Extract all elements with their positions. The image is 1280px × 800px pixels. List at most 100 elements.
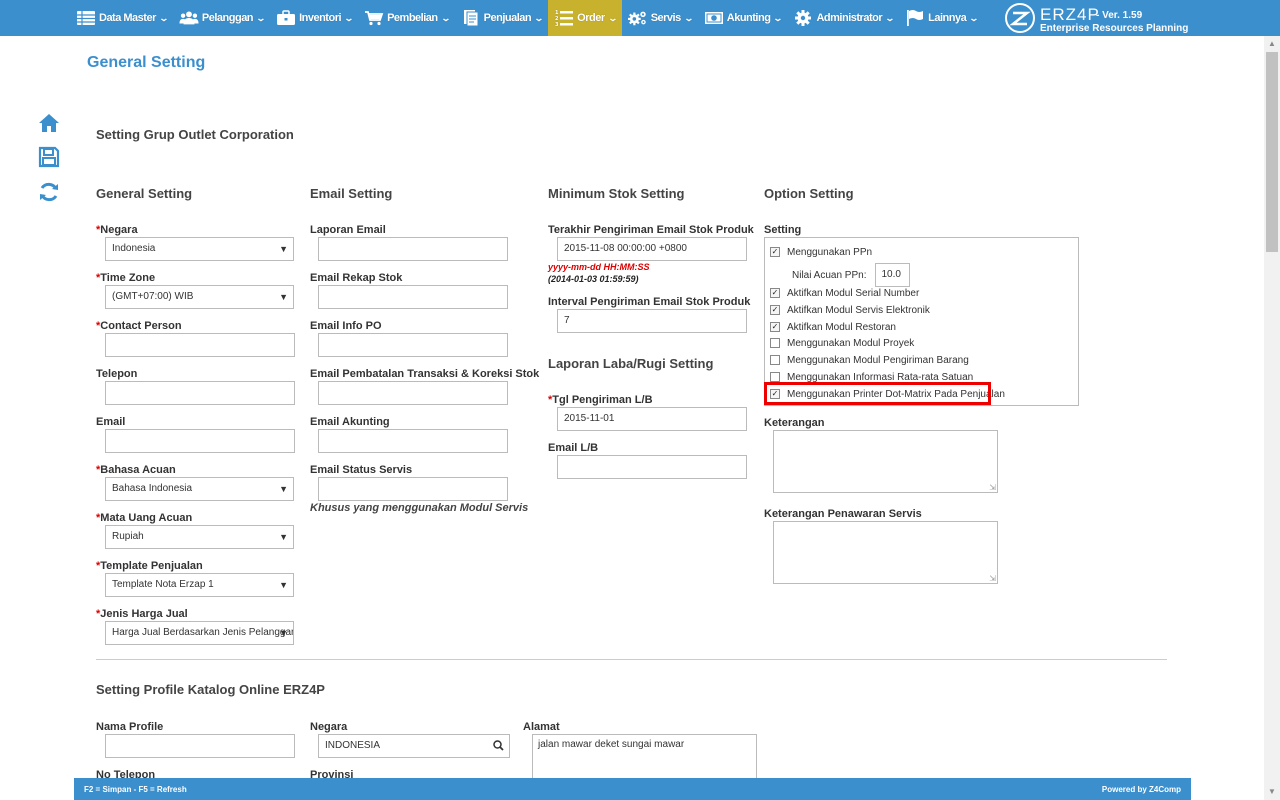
nav-label: Pembelian bbox=[387, 12, 438, 24]
gears-icon bbox=[627, 9, 648, 27]
setting-label: Setting bbox=[764, 224, 802, 236]
nav-label: Pelanggan bbox=[201, 12, 254, 24]
nav-administrator[interactable]: Administrator ⌄ bbox=[787, 0, 899, 36]
timezone-label: *Time Zone bbox=[96, 272, 156, 284]
dropdown-arrow-icon: ▼ bbox=[279, 292, 288, 302]
email-setting-title: Email Setting bbox=[310, 186, 393, 201]
tgl-pengiriman-input[interactable]: 2015-11-01 bbox=[557, 407, 747, 431]
scroll-up-icon[interactable]: ▲ bbox=[1264, 36, 1280, 52]
nav-akunting[interactable]: Akunting ⌄ bbox=[698, 0, 788, 36]
status-servis-input[interactable] bbox=[318, 477, 508, 501]
checkbox[interactable]: ✓ bbox=[770, 247, 780, 257]
checkbox[interactable]: ✓ bbox=[770, 305, 780, 315]
nav-label: Penjualan bbox=[483, 12, 532, 24]
negara-profile-input[interactable]: INDONESIA bbox=[318, 734, 510, 758]
option-pengiriman-barang[interactable]: Menggunakan Modul Pengiriman Barang bbox=[770, 353, 969, 367]
svg-text:3: 3 bbox=[555, 22, 559, 27]
nav-label: Order bbox=[577, 12, 605, 24]
email-input[interactable] bbox=[105, 429, 295, 453]
main-menu: Data Master ⌄ Pelanggan ⌄ Inventori ⌄ Pe… bbox=[70, 0, 983, 36]
option-serial-number[interactable]: ✓ Aktifkan Modul Serial Number bbox=[770, 286, 919, 300]
jenis-harga-label: *Jenis Harga Jual bbox=[96, 608, 188, 620]
users-icon bbox=[179, 9, 199, 27]
brand-name: ERZ4P bbox=[1040, 5, 1100, 24]
akunting-email-label: Email Akunting bbox=[310, 416, 390, 428]
option-modul-proyek[interactable]: Menggunakan Modul Proyek bbox=[770, 336, 914, 350]
negara-select[interactable]: Indonesia ▼ bbox=[105, 237, 294, 261]
money-icon bbox=[704, 9, 724, 27]
timezone-select[interactable]: (GMT+07:00) WIB ▼ bbox=[105, 285, 294, 309]
ppn-value-input[interactable]: 10.0 bbox=[874, 263, 910, 287]
mata-uang-select[interactable]: Rupiah ▼ bbox=[105, 525, 294, 549]
bahasa-label: *Bahasa Acuan bbox=[96, 464, 176, 476]
negara-label: *Negara bbox=[96, 224, 138, 236]
chevron-down-icon: ⌄ bbox=[968, 12, 980, 23]
rekap-stok-label: Email Rekap Stok bbox=[310, 272, 403, 284]
option-menggunakan-ppn[interactable]: ✓ Menggunakan PPn bbox=[770, 245, 872, 259]
home-icon[interactable] bbox=[36, 110, 62, 136]
nav-order[interactable]: 123 Order ⌄ bbox=[548, 0, 622, 36]
scroll-thumb[interactable] bbox=[1266, 52, 1278, 252]
interval-input[interactable]: 7 bbox=[557, 309, 747, 333]
min-stok-title: Minimum Stok Setting bbox=[548, 186, 685, 201]
date-format-example: (2014-01-03 01:59:59) bbox=[548, 274, 639, 284]
pembatalan-input[interactable] bbox=[318, 381, 508, 405]
chevron-down-icon: ⌄ bbox=[440, 12, 451, 23]
brand: ERZ4P - Ver. 1.59 Enterprise Resources P… bbox=[1004, 2, 1204, 34]
negara-profile-label: Negara bbox=[310, 721, 348, 733]
nav-penjualan[interactable]: Penjualan ⌄ bbox=[455, 0, 549, 36]
chevron-down-icon: ⌄ bbox=[533, 12, 545, 23]
vertical-scrollbar[interactable]: ▲ ▼ bbox=[1264, 36, 1280, 800]
pembatalan-label: Email Pembatalan Transaksi & Koreksi Sto… bbox=[310, 368, 540, 380]
resize-grip-icon[interactable]: ⇲ bbox=[989, 483, 996, 492]
option-servis-elektronik[interactable]: ✓ Aktifkan Modul Servis Elektronik bbox=[770, 303, 930, 317]
email-lb-input[interactable] bbox=[557, 455, 747, 479]
template-select[interactable]: Template Nota Erzap 1 ▼ bbox=[105, 573, 294, 597]
nav-lainnya[interactable]: Lainnya ⌄ bbox=[899, 0, 983, 36]
scroll-down-icon[interactable]: ▼ bbox=[1264, 784, 1280, 800]
checkbox[interactable] bbox=[770, 372, 780, 382]
keterangan-textarea[interactable]: ⇲ bbox=[773, 430, 998, 493]
date-format-hint: yyyy-mm-dd HH:MM:SS bbox=[548, 262, 650, 272]
dropdown-arrow-icon: ▼ bbox=[279, 244, 288, 254]
option-modul-restoran[interactable]: ✓ Aktifkan Modul Restoran bbox=[770, 320, 896, 334]
bahasa-select[interactable]: Bahasa Indonesia ▼ bbox=[105, 477, 294, 501]
jenis-harga-select[interactable]: Harga Jual Berdasarkan Jenis Pelanggar ▼ bbox=[105, 621, 294, 645]
checkbox[interactable] bbox=[770, 355, 780, 365]
email-lb-label: Email L/B bbox=[548, 442, 599, 454]
nav-pelanggan[interactable]: Pelanggan ⌄ bbox=[173, 0, 270, 36]
nav-data-master[interactable]: Data Master ⌄ bbox=[70, 0, 173, 36]
briefcase-icon bbox=[276, 9, 296, 27]
search-icon[interactable] bbox=[493, 735, 504, 757]
cart-icon bbox=[364, 9, 384, 27]
chevron-down-icon: ⌄ bbox=[683, 12, 694, 23]
chevron-down-icon: ⌄ bbox=[773, 12, 784, 23]
section-divider bbox=[96, 659, 1167, 660]
nav-pembelian[interactable]: Pembelian ⌄ bbox=[358, 0, 455, 36]
save-icon[interactable] bbox=[36, 144, 62, 170]
keterangan-servis-textarea[interactable]: ⇲ bbox=[773, 521, 998, 584]
nav-inventori[interactable]: Inventori ⌄ bbox=[270, 0, 358, 36]
page-title: General Setting bbox=[87, 54, 206, 71]
telepon-input[interactable] bbox=[105, 381, 295, 405]
contact-person-input[interactable] bbox=[105, 333, 295, 357]
shortcut-hint: F2 = Simpan - F5 = Refresh bbox=[84, 785, 187, 794]
terakhir-pengiriman-input[interactable]: 2015-11-08 00:00:00 +0800 bbox=[557, 237, 747, 261]
chevron-down-icon: ⌄ bbox=[158, 12, 169, 23]
nav-servis[interactable]: Servis ⌄ bbox=[622, 0, 698, 36]
laporan-email-input[interactable] bbox=[318, 237, 508, 261]
refresh-icon[interactable] bbox=[36, 179, 62, 205]
chevron-down-icon: ⌄ bbox=[255, 12, 267, 23]
resize-grip-icon[interactable]: ⇲ bbox=[989, 574, 996, 583]
alamat-textarea[interactable]: jalan mawar deket sungai mawar bbox=[532, 734, 757, 784]
checkbox[interactable]: ✓ bbox=[770, 288, 780, 298]
rekap-stok-input[interactable] bbox=[318, 285, 508, 309]
nama-profile-input[interactable] bbox=[105, 734, 295, 758]
akunting-email-input[interactable] bbox=[318, 429, 508, 453]
checkbox[interactable]: ✓ bbox=[770, 322, 780, 332]
checkbox[interactable] bbox=[770, 338, 780, 348]
info-po-input[interactable] bbox=[318, 333, 508, 357]
laporan-email-label: Laporan Email bbox=[310, 224, 386, 236]
ordered-list-icon: 123 bbox=[554, 9, 574, 27]
nav-label: Inventori bbox=[299, 12, 342, 24]
